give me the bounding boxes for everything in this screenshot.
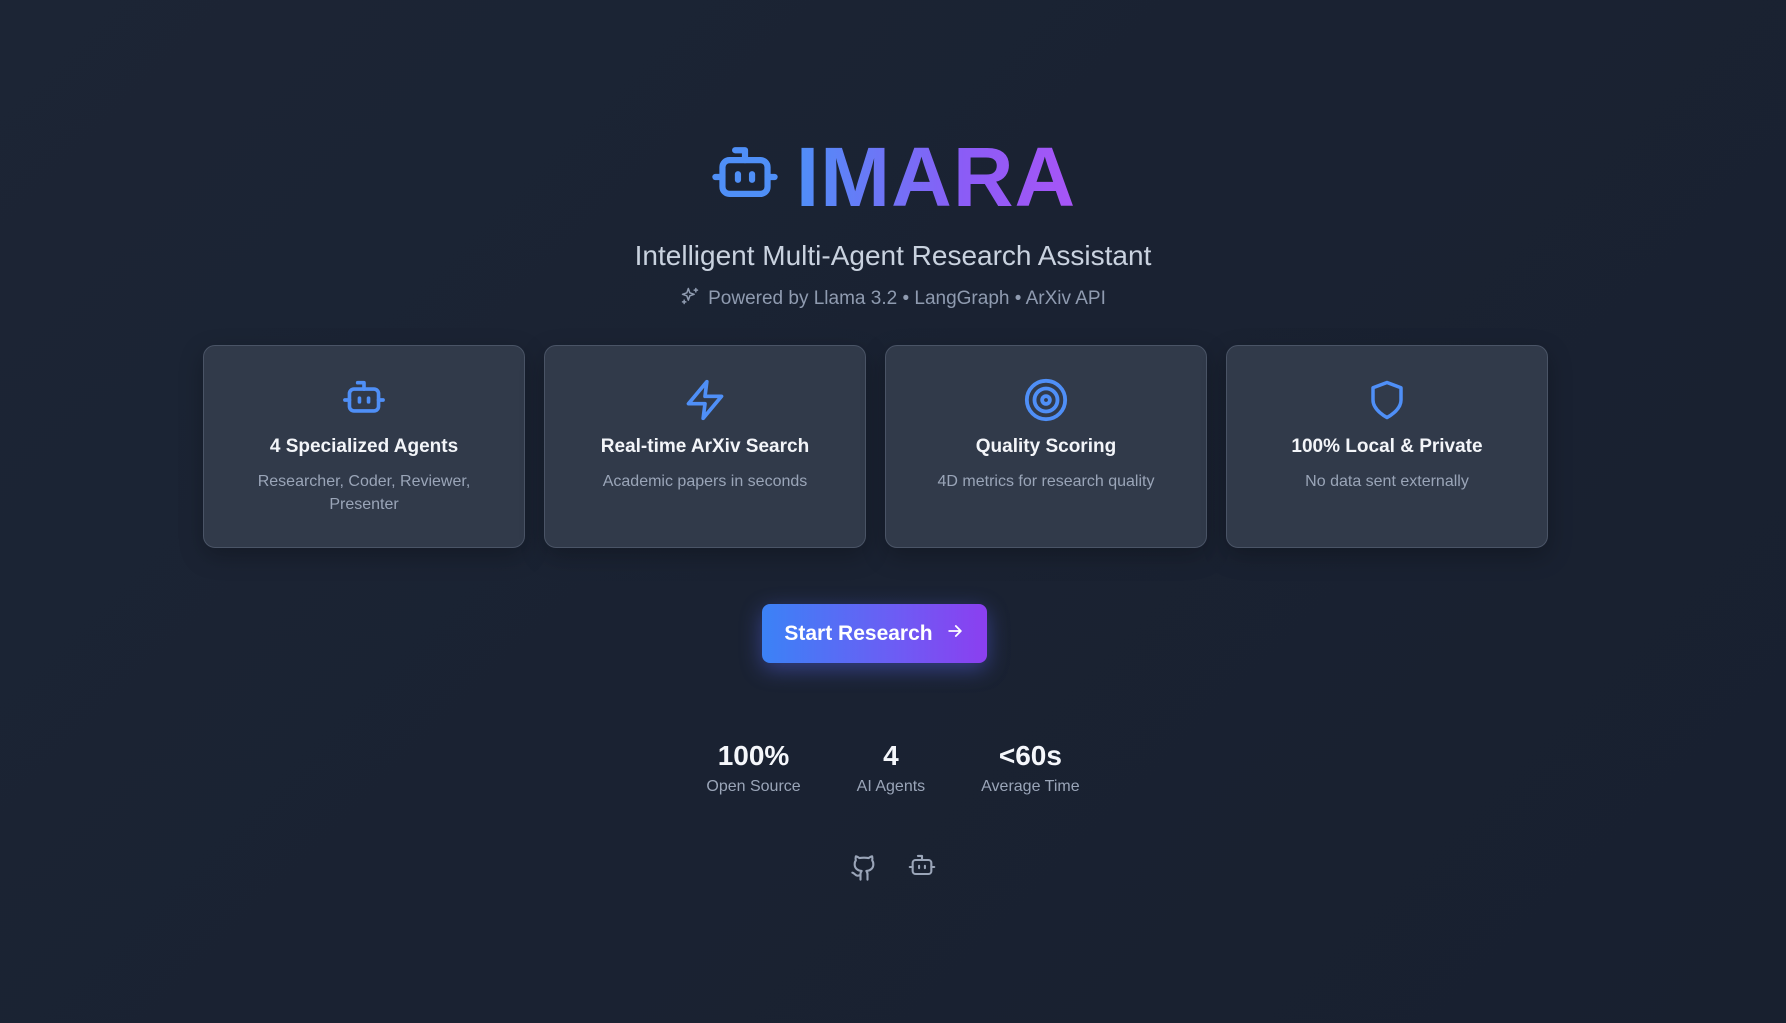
brand-title: IMARA xyxy=(795,130,1077,224)
robot-icon xyxy=(710,146,780,208)
shield-icon xyxy=(1366,376,1408,424)
github-icon[interactable] xyxy=(850,854,878,887)
stat-label: Open Source xyxy=(706,778,801,795)
stat-value: <60s xyxy=(998,740,1062,771)
stat-ai-agents: 4 AI Agents xyxy=(857,740,926,796)
feature-title: Quality Scoring xyxy=(975,436,1117,457)
sparkles-icon xyxy=(680,286,700,312)
stat-value: 100% xyxy=(717,740,790,771)
lightning-icon xyxy=(683,376,727,424)
stats-row: 100% Open Source 4 AI Agents <60s Averag… xyxy=(0,740,1786,796)
stat-average-time: <60s Average Time xyxy=(981,740,1079,796)
robot-icon xyxy=(342,376,386,424)
feature-title: Real-time ArXiv Search xyxy=(600,436,810,457)
robot-icon[interactable] xyxy=(908,854,936,887)
brand-subtitle: Intelligent Multi-Agent Research Assista… xyxy=(634,240,1152,271)
hero-section: IMARA Intelligent Multi-Agent Research A… xyxy=(0,0,1786,312)
powered-by: Powered by Llama 3.2 • LangGraph • ArXiv… xyxy=(680,286,1106,312)
feature-card-privacy: 100% Local & Private No data sent extern… xyxy=(1226,345,1548,548)
stat-open-source: 100% Open Source xyxy=(706,740,800,796)
feature-card-search: Real-time ArXiv Search Academic papers i… xyxy=(544,345,866,548)
feature-description: Researcher, Coder, Reviewer, Presenter xyxy=(257,473,471,513)
start-research-label: Start Research xyxy=(784,621,933,645)
feature-description: Academic papers in seconds xyxy=(602,473,808,490)
target-icon xyxy=(1023,376,1069,424)
feature-description: 4D metrics for research quality xyxy=(937,473,1155,490)
logo-row: IMARA xyxy=(710,132,1076,222)
feature-card-agents: 4 Specialized Agents Researcher, Coder, … xyxy=(203,345,525,548)
feature-cards: 4 Specialized Agents Researcher, Coder, … xyxy=(203,345,1548,548)
feature-title: 100% Local & Private xyxy=(1291,436,1483,457)
feature-description: No data sent externally xyxy=(1305,473,1469,490)
footer-icons xyxy=(0,854,1786,887)
stat-label: AI Agents xyxy=(856,778,926,795)
start-research-button[interactable]: Start Research xyxy=(762,604,987,663)
stat-value: 4 xyxy=(883,740,899,771)
powered-by-text: Powered by Llama 3.2 • LangGraph • ArXiv… xyxy=(708,288,1106,309)
feature-card-quality: Quality Scoring 4D metrics for research … xyxy=(885,345,1207,548)
feature-title: 4 Specialized Agents xyxy=(269,436,459,457)
arrow-right-icon xyxy=(945,621,965,647)
stat-label: Average Time xyxy=(981,778,1080,795)
